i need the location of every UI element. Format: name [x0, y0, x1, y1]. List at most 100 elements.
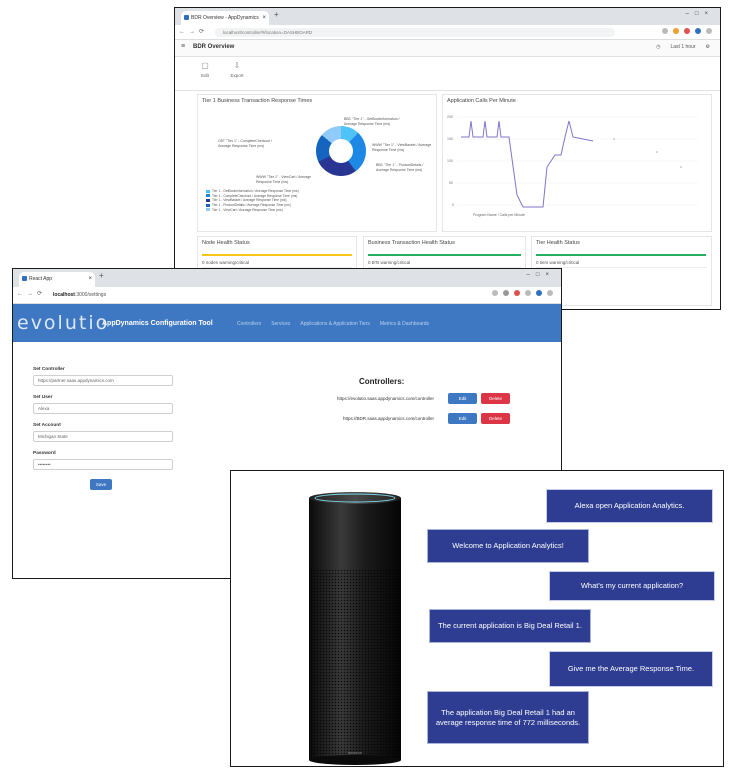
- extensions: [662, 28, 712, 34]
- favicon-icon: [184, 15, 189, 20]
- legend-swatch: [206, 189, 210, 193]
- delete-button[interactable]: Delete: [481, 392, 510, 404]
- save-button[interactable]: Save: [90, 479, 112, 490]
- line-chart[interactable]: 200 150 100 50 0 Program Name / Calls per Mi…: [443, 107, 704, 217]
- browser-tab-strip: React App × + –□×: [13, 269, 561, 287]
- legend-item: Tier 1 - GetBookInformation / Average Re…: [206, 189, 299, 194]
- browser-tab-strip: BDR Overview - AppDynamics × + –□×: [175, 8, 720, 25]
- echo-base: [309, 755, 401, 765]
- address-bar-row: ←→⟳ localhost/controller/#/location=DASH…: [175, 25, 720, 40]
- controllers-heading: Controllers:: [359, 377, 405, 386]
- brand-title[interactable]: AppDynamics Configuration Tool: [102, 320, 213, 327]
- donut-callout: WWW "Tier 1" - ViewCart / Average Respon…: [256, 175, 312, 184]
- series-line: [461, 120, 594, 208]
- extension-icon[interactable]: [514, 290, 520, 296]
- donut-legend: Tier 1 - GetBookInformation / Average Re…: [206, 189, 299, 212]
- url-path: :3000/settings: [74, 292, 107, 298]
- legend-swatch: [206, 203, 210, 207]
- address-bar[interactable]: localhost:3000/settings: [53, 291, 473, 300]
- alexa-message: Welcome to Application Analytics!: [427, 529, 589, 563]
- browser-tab[interactable]: React App ×: [19, 272, 95, 287]
- user-message: What's my current application?: [549, 571, 715, 601]
- edit-icon: ▢: [201, 61, 209, 70]
- card-title: Tier Health Status: [536, 240, 580, 246]
- legend-swatch: [206, 194, 210, 198]
- close-icon[interactable]: ×: [88, 272, 92, 287]
- nav-metrics[interactable]: Metrics & Dashboards: [380, 321, 429, 327]
- controller-form: Set Controller https://partner.saas.appd…: [33, 367, 178, 490]
- new-tab-icon[interactable]: +: [99, 271, 104, 280]
- edit-button[interactable]: ▢ Edit: [195, 61, 215, 78]
- settings-icon[interactable]: ⚙: [706, 44, 710, 50]
- controller-input[interactable]: https://partner.saas.appdynamics.com: [33, 375, 173, 386]
- controller-url: https://evolutio.saas.appdynamics.com/co…: [336, 395, 434, 401]
- nav-buttons[interactable]: ←→⟳: [179, 28, 208, 35]
- extension-icon[interactable]: [684, 28, 690, 34]
- svg-text:200: 200: [447, 115, 453, 119]
- tab-title: React App: [29, 276, 53, 282]
- star-icon[interactable]: [492, 290, 498, 296]
- donut-chart[interactable]: [316, 126, 366, 176]
- password-input[interactable]: ••••••••: [33, 459, 173, 470]
- account-label: Set Account: [33, 423, 61, 428]
- nav-applications[interactable]: Applications & Application Tiers: [300, 321, 369, 327]
- download-icon: ⇩: [233, 61, 241, 70]
- nav-services[interactable]: Services: [271, 321, 290, 327]
- window-controls[interactable]: –□×: [686, 11, 714, 17]
- legend-label: Tier 1 - CompleteCheckout / Average Resp…: [212, 193, 298, 198]
- address-bar[interactable]: localhost/controller/#/location=DASHBOAR…: [215, 28, 615, 37]
- legend-item: Tier 1 - ViewBasket / Average Response T…: [206, 198, 299, 203]
- card-title: Node Health Status: [202, 240, 250, 246]
- health-bar: [536, 254, 706, 256]
- sparse-points: [613, 138, 682, 168]
- echo-speaker-grille: [309, 570, 401, 758]
- alexa-message: The current application is Big Deal Reta…: [429, 609, 591, 643]
- browser-tab[interactable]: BDR Overview - AppDynamics ×: [181, 11, 269, 25]
- controller-row: https://evolutio.saas.appdynamics.com/co…: [268, 392, 510, 404]
- user-label: Set User: [33, 395, 53, 400]
- nav-links: Controllers Services Applications & Appl…: [237, 321, 429, 327]
- svg-text:50: 50: [449, 181, 453, 185]
- card-title: Tier 1 Business Transaction Response Tim…: [202, 98, 313, 104]
- time-range-select[interactable]: Last 1 hour: [670, 44, 695, 50]
- window-controls[interactable]: –□×: [527, 272, 555, 278]
- logo: evolutio: [17, 312, 110, 334]
- hamburger-icon[interactable]: ≡: [181, 43, 185, 50]
- legend-label: Tier 1 - ProductDetails / Average Respon…: [212, 203, 291, 208]
- alexa-message: The application Big Deal Retail 1 had an…: [427, 691, 589, 744]
- health-bar: [202, 254, 352, 256]
- menu-icon[interactable]: [547, 290, 553, 296]
- health-status: 0 BTs warning/critical: [368, 260, 411, 265]
- controller-url: https://BDR.saas.appdynamics.com/control…: [342, 415, 434, 421]
- legend-label: Tier 1 - GetBookInformation / Average Re…: [212, 189, 299, 194]
- dashboard-title: BDR Overview: [193, 44, 235, 50]
- extension-icon[interactable]: [503, 290, 509, 296]
- new-tab-icon[interactable]: +: [274, 10, 279, 19]
- nav-controllers[interactable]: Controllers: [237, 321, 261, 327]
- menu-icon[interactable]: [706, 28, 712, 34]
- profile-icon[interactable]: [695, 28, 701, 34]
- address-bar-row: ←→⟳ localhost:3000/settings: [13, 287, 561, 304]
- legend-label: Tier 1 - ViewBasket / Average Response T…: [212, 198, 287, 203]
- user-input[interactable]: Alexa: [33, 403, 173, 414]
- app-navbar: evolutio AppDynamics Configuration Tool …: [13, 304, 561, 342]
- card-title: Business Transaction Health Status: [368, 240, 455, 246]
- edit-button[interactable]: Edit: [448, 412, 477, 424]
- legend-label: Tier 1 - ViewCart / Average Response Tim…: [212, 207, 283, 212]
- star-icon[interactable]: [662, 28, 668, 34]
- export-button[interactable]: ⇩ Export: [227, 61, 247, 78]
- controller-label: Set Controller: [33, 367, 65, 372]
- edit-button[interactable]: Edit: [448, 392, 477, 404]
- account-input[interactable]: Michigan State: [33, 431, 173, 442]
- close-icon[interactable]: ×: [262, 11, 266, 25]
- extension-icon[interactable]: [525, 290, 531, 296]
- profile-icon[interactable]: [536, 290, 542, 296]
- response-times-card: Tier 1 Business Transaction Response Tim…: [197, 94, 437, 232]
- clock-icon[interactable]: ◷: [656, 44, 660, 50]
- delete-button[interactable]: Delete: [481, 412, 510, 424]
- nav-buttons[interactable]: ←→⟳: [17, 290, 46, 297]
- favicon-icon: [22, 276, 27, 281]
- apm-dashboard-screenshot: BDR Overview - AppDynamics × + –□× ←→⟳ l…: [174, 7, 721, 310]
- legend-item: Tier 1 - ViewCart / Average Response Tim…: [206, 207, 299, 212]
- extension-icon[interactable]: [673, 28, 679, 34]
